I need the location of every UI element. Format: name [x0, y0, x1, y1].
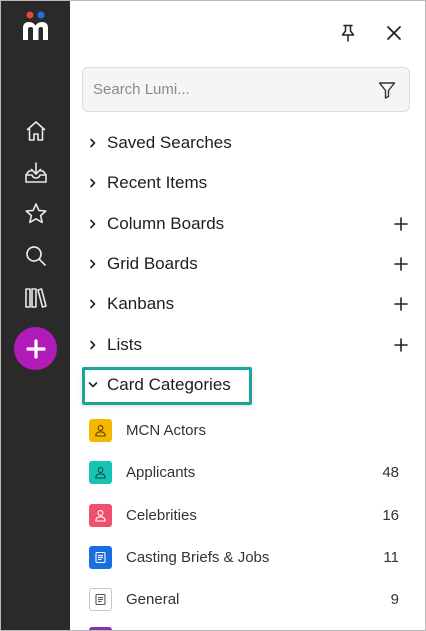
category-label: General [126, 590, 180, 608]
chevron-right-icon [86, 338, 100, 352]
person-icon [89, 503, 112, 527]
category-count: 9 [390, 590, 399, 608]
nav-item-kanbans[interactable]: Kanbans [82, 289, 412, 319]
nav-item-card-categories[interactable]: Card Categories [82, 370, 412, 400]
app-window: Saved Searches Recent Items Column Board… [0, 0, 426, 631]
nav-item-label: Card Categories [107, 375, 231, 394]
filter-icon[interactable] [377, 80, 397, 100]
category-label: Celebrities [126, 506, 197, 524]
category-item-general[interactable]: General 9 [89, 585, 399, 613]
left-rail [1, 1, 70, 630]
person-icon [89, 418, 112, 442]
plus-icon [25, 338, 46, 359]
chevron-right-icon [86, 136, 100, 150]
category-item-partial [89, 627, 112, 630]
nav-item-label: Kanbans [107, 294, 175, 313]
nav-item-recent-items[interactable]: Recent Items [82, 168, 412, 198]
library-icon[interactable] [21, 283, 51, 313]
category-count: 16 [382, 506, 399, 524]
category-item-celebrities[interactable]: Celebrities 16 [89, 501, 399, 529]
nav-item-label: Recent Items [107, 173, 208, 192]
document-icon [89, 545, 112, 569]
category-item-applicants[interactable]: Applicants 48 [89, 458, 399, 486]
chevron-down-icon [86, 378, 100, 392]
category-count: 48 [382, 463, 399, 481]
chevron-right-icon [86, 176, 100, 190]
close-icon[interactable] [380, 19, 408, 47]
add-button[interactable] [14, 327, 57, 370]
nav-item-grid-boards[interactable]: Grid Boards [82, 249, 412, 279]
nav-item-lists[interactable]: Lists [82, 330, 412, 360]
chevron-right-icon [86, 217, 100, 231]
chevron-right-icon [86, 257, 100, 271]
home-icon[interactable] [21, 116, 51, 146]
inbox-download-icon[interactable] [21, 158, 51, 188]
add-grid-board-icon[interactable] [390, 253, 412, 275]
category-label: MCN Actors [126, 421, 207, 439]
category-label: Casting Briefs & Jobs [126, 548, 270, 566]
nav-item-label: Saved Searches [107, 133, 232, 152]
add-list-icon[interactable] [390, 334, 412, 356]
nav-item-label: Column Boards [107, 214, 225, 233]
search-icon[interactable] [21, 241, 51, 271]
category-item-casting-briefs-jobs[interactable]: Casting Briefs & Jobs 11 [89, 543, 399, 571]
category-count: 11 [383, 548, 399, 566]
add-column-board-icon[interactable] [390, 213, 412, 235]
app-logo [23, 11, 48, 40]
search-input[interactable] [93, 68, 363, 111]
add-kanban-icon[interactable] [390, 293, 412, 315]
nav-item-label: Lists [107, 335, 142, 354]
category-label: Applicants [126, 463, 196, 481]
person-icon [89, 460, 112, 484]
category-item-mcn-actors[interactable]: MCN Actors [89, 416, 399, 444]
nav-item-column-boards[interactable]: Column Boards [82, 209, 412, 239]
navigation-panel: Saved Searches Recent Items Column Board… [70, 1, 425, 630]
search-box [82, 67, 410, 112]
chevron-right-icon [86, 297, 100, 311]
nav-item-label: Grid Boards [107, 254, 198, 273]
pin-icon[interactable] [334, 19, 362, 47]
star-icon[interactable] [21, 199, 51, 229]
document-icon [89, 587, 112, 611]
nav-item-saved-searches[interactable]: Saved Searches [82, 128, 412, 158]
